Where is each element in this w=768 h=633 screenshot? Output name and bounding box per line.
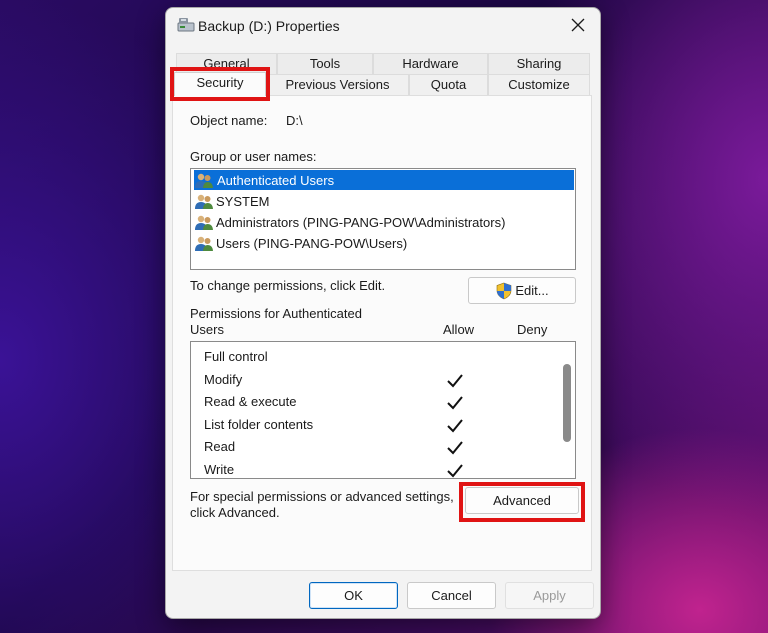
users-icon: [195, 236, 213, 251]
permission-row-modify: Modify: [204, 372, 243, 387]
tab-sharing[interactable]: Sharing: [488, 53, 590, 74]
uac-shield-icon: [497, 282, 512, 299]
tab-tools[interactable]: Tools: [277, 53, 373, 74]
edit-button[interactable]: Edit...: [468, 277, 576, 304]
allow-column-header: Allow: [443, 322, 475, 337]
users-icon: [195, 194, 213, 209]
user-item-administrators[interactable]: Administrators (PING-PANG-POW\Administra…: [194, 212, 505, 232]
permissions-label-line2: Users: [190, 322, 224, 337]
users-icon: [195, 215, 213, 230]
users-icon: [195, 173, 213, 188]
change-permissions-text: To change permissions, click Edit.: [190, 278, 386, 293]
permissions-label-line1: Permissions for Authenticated: [190, 306, 362, 321]
close-icon: [571, 18, 585, 32]
allow-check-icon: [447, 396, 463, 410]
deny-column-header: Deny: [517, 322, 548, 337]
permissions-scrollbar[interactable]: [563, 364, 571, 442]
special-permissions-text-line1: For special permissions or advanced sett…: [190, 489, 454, 504]
user-item-system[interactable]: SYSTEM: [194, 191, 269, 211]
apply-button[interactable]: Apply: [505, 582, 594, 609]
permission-row-full-control: Full control: [204, 349, 268, 364]
permission-row-read: Read: [204, 439, 236, 454]
object-name-value: D:\: [286, 113, 303, 128]
permission-row-list-folder-contents: List folder contents: [204, 417, 314, 432]
tab-hardware[interactable]: Hardware: [373, 53, 488, 74]
tab-previous-versions[interactable]: Previous Versions: [266, 74, 409, 95]
window-title: Backup (D:) Properties: [198, 18, 340, 34]
ok-button[interactable]: OK: [309, 582, 398, 609]
user-item-users[interactable]: Users (PING-PANG-POW\Users): [194, 233, 407, 253]
permission-row-write: Write: [204, 462, 235, 477]
allow-check-icon: [447, 419, 463, 433]
close-button[interactable]: [556, 8, 600, 42]
tab-quota[interactable]: Quota: [409, 74, 488, 95]
allow-check-icon: [447, 464, 463, 478]
permissions-list[interactable]: Full control Modify Read & execute List …: [190, 341, 576, 479]
group-user-label: Group or user names:: [190, 149, 317, 164]
advanced-button-highlight: [459, 482, 585, 522]
special-permissions-text-line2: click Advanced.: [190, 505, 280, 520]
object-name-label: Object name:: [190, 113, 268, 128]
title-bar[interactable]: Backup (D:) Properties: [166, 8, 600, 44]
user-listbox[interactable]: Authenticated Users SYSTEM Administrator…: [190, 168, 576, 270]
allow-check-icon: [447, 441, 463, 455]
tab-customize[interactable]: Customize: [488, 74, 590, 95]
drive-icon: [177, 18, 195, 32]
user-item-authenticated-users[interactable]: Authenticated Users: [194, 170, 574, 190]
cancel-button[interactable]: Cancel: [407, 582, 496, 609]
security-tab-highlight: [170, 67, 270, 101]
permission-row-read-execute: Read & execute: [204, 394, 297, 409]
allow-check-icon: [447, 374, 463, 388]
